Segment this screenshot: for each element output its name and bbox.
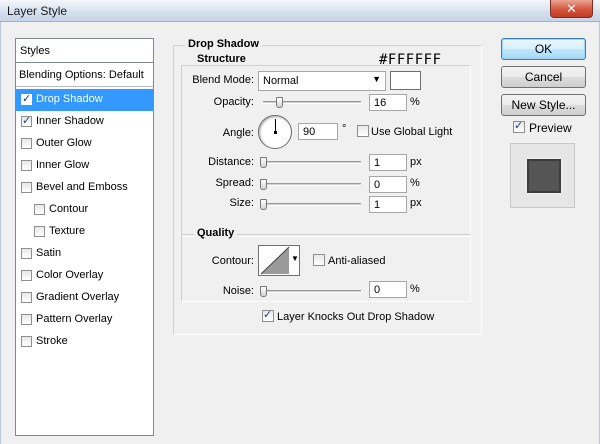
knockout-checkbox[interactable] [262, 308, 274, 322]
spread-input[interactable]: 0 [369, 176, 407, 193]
preview-checkbox[interactable] [513, 119, 525, 133]
style-item-checkbox[interactable] [34, 226, 45, 237]
preview-thumbnail [510, 143, 575, 208]
style-item-texture[interactable]: Texture [16, 221, 153, 243]
style-item-label: Drop Shadow [36, 93, 103, 105]
style-item-label: Color Overlay [36, 269, 104, 281]
noise-label: Noise: [222, 285, 254, 297]
style-item-pattern-overlay[interactable]: Pattern Overlay [16, 309, 153, 331]
style-item-drop-shadow[interactable]: Drop Shadow [16, 89, 153, 111]
size-input[interactable]: 1 [369, 196, 407, 213]
style-item-label: Inner Shadow [36, 115, 104, 127]
styles-list: Styles Blending Options: Default Drop Sh… [15, 38, 154, 436]
style-item-inner-glow[interactable]: Inner Glow [16, 155, 153, 177]
contour-label: Contour: [211, 255, 254, 267]
knockout-label: Layer Knocks Out Drop Shadow [277, 311, 435, 323]
style-item-checkbox[interactable] [21, 336, 32, 347]
contour-dropdown-icon[interactable]: ▼ [291, 254, 299, 263]
size-slider-thumb[interactable] [260, 199, 267, 210]
preview-label: Preview [529, 121, 572, 135]
noise-slider-track[interactable] [263, 290, 361, 293]
close-button[interactable]: ✕ [550, 0, 593, 18]
opacity-unit: % [410, 96, 420, 108]
opacity-slider-thumb[interactable] [275, 97, 283, 108]
style-item-label: Bevel and Emboss [36, 181, 128, 193]
distance-unit: px [410, 156, 422, 168]
style-item-checkbox[interactable] [34, 204, 45, 215]
layer-style-dialog: Styles Blending Options: Default Drop Sh… [0, 22, 600, 444]
style-item-label: Stroke [36, 335, 68, 347]
drop-shadow-title: Drop Shadow [185, 38, 262, 50]
style-item-label: Texture [49, 225, 86, 237]
size-label: Size: [229, 197, 254, 209]
blending-options-item[interactable]: Blending Options: Default [16, 63, 153, 87]
ok-button[interactable]: OK [501, 38, 586, 60]
use-global-light-label: Use Global Light [371, 126, 453, 138]
style-item-stroke[interactable]: Stroke [16, 331, 153, 353]
distance-slider-thumb[interactable] [260, 157, 267, 168]
noise-input[interactable]: 0 [369, 281, 407, 298]
style-item-checkbox[interactable] [21, 160, 32, 171]
new-style-button[interactable]: New Style... [501, 94, 586, 116]
angle-input[interactable]: 90 [298, 123, 338, 140]
contour-preview-icon [260, 246, 290, 275]
chevron-down-icon: ▼ [372, 74, 381, 84]
style-item-checkbox[interactable] [21, 114, 32, 127]
spread-slider-track[interactable] [263, 183, 361, 186]
style-item-checkbox[interactable] [21, 270, 32, 281]
spread-unit: % [410, 177, 420, 189]
anti-aliased-label: Anti-aliased [328, 255, 386, 267]
angle-dial[interactable] [258, 115, 292, 149]
size-unit: px [410, 197, 422, 209]
noise-unit: % [410, 283, 420, 295]
noise-slider-thumb[interactable] [260, 286, 267, 297]
spread-slider-thumb[interactable] [260, 179, 267, 190]
opacity-input[interactable]: 16 [369, 94, 407, 111]
title-bar: Layer Style ✕ [0, 0, 600, 22]
color-annotation: #FFFFFF [379, 52, 442, 68]
styles-header[interactable]: Styles [16, 39, 153, 63]
opacity-label: Opacity: [213, 96, 254, 108]
style-item-satin[interactable]: Satin [16, 243, 153, 265]
style-item-inner-shadow[interactable]: Inner Shadow [16, 111, 153, 133]
use-global-light-checkbox[interactable] [357, 125, 369, 137]
blend-mode-label: Blend Mode: [192, 74, 254, 86]
anti-aliased-checkbox[interactable] [313, 254, 325, 266]
preview-swatch [527, 159, 561, 193]
style-item-checkbox[interactable] [21, 182, 32, 193]
distance-slider-track[interactable] [263, 161, 361, 164]
size-slider-track[interactable] [263, 203, 361, 206]
style-item-bevel-and-emboss[interactable]: Bevel and Emboss [16, 177, 153, 199]
blend-mode-select[interactable]: Normal ▼ [258, 71, 386, 91]
style-item-checkbox[interactable] [21, 292, 32, 303]
quality-title: Quality [194, 227, 238, 239]
style-item-label: Pattern Overlay [36, 313, 113, 325]
style-item-outer-glow[interactable]: Outer Glow [16, 133, 153, 155]
structure-title: Structure [194, 53, 249, 65]
blend-mode-value: Normal [263, 75, 299, 87]
angle-label: Angle: [222, 127, 254, 139]
style-item-contour[interactable]: Contour [16, 199, 153, 221]
style-item-label: Gradient Overlay [36, 291, 120, 303]
style-item-label: Outer Glow [36, 137, 92, 149]
distance-label: Distance: [208, 156, 254, 168]
blend-color-swatch[interactable] [390, 71, 421, 90]
style-item-label: Inner Glow [36, 159, 90, 171]
style-item-checkbox[interactable] [21, 314, 32, 325]
style-item-label: Satin [36, 247, 62, 259]
angle-dial-center [274, 131, 277, 134]
spread-label: Spread: [215, 177, 254, 189]
style-item-gradient-overlay[interactable]: Gradient Overlay [16, 287, 153, 309]
contour-picker[interactable]: ▼ [258, 245, 300, 276]
style-item-label: Contour [49, 203, 89, 215]
window-title: Layer Style [7, 4, 68, 18]
angle-unit: ° [342, 123, 347, 135]
distance-input[interactable]: 1 [369, 154, 407, 171]
cancel-button[interactable]: Cancel [501, 66, 586, 88]
style-item-checkbox[interactable] [21, 138, 32, 149]
style-item-checkbox[interactable] [21, 92, 32, 105]
style-item-checkbox[interactable] [21, 248, 32, 259]
style-item-color-overlay[interactable]: Color Overlay [16, 265, 153, 287]
